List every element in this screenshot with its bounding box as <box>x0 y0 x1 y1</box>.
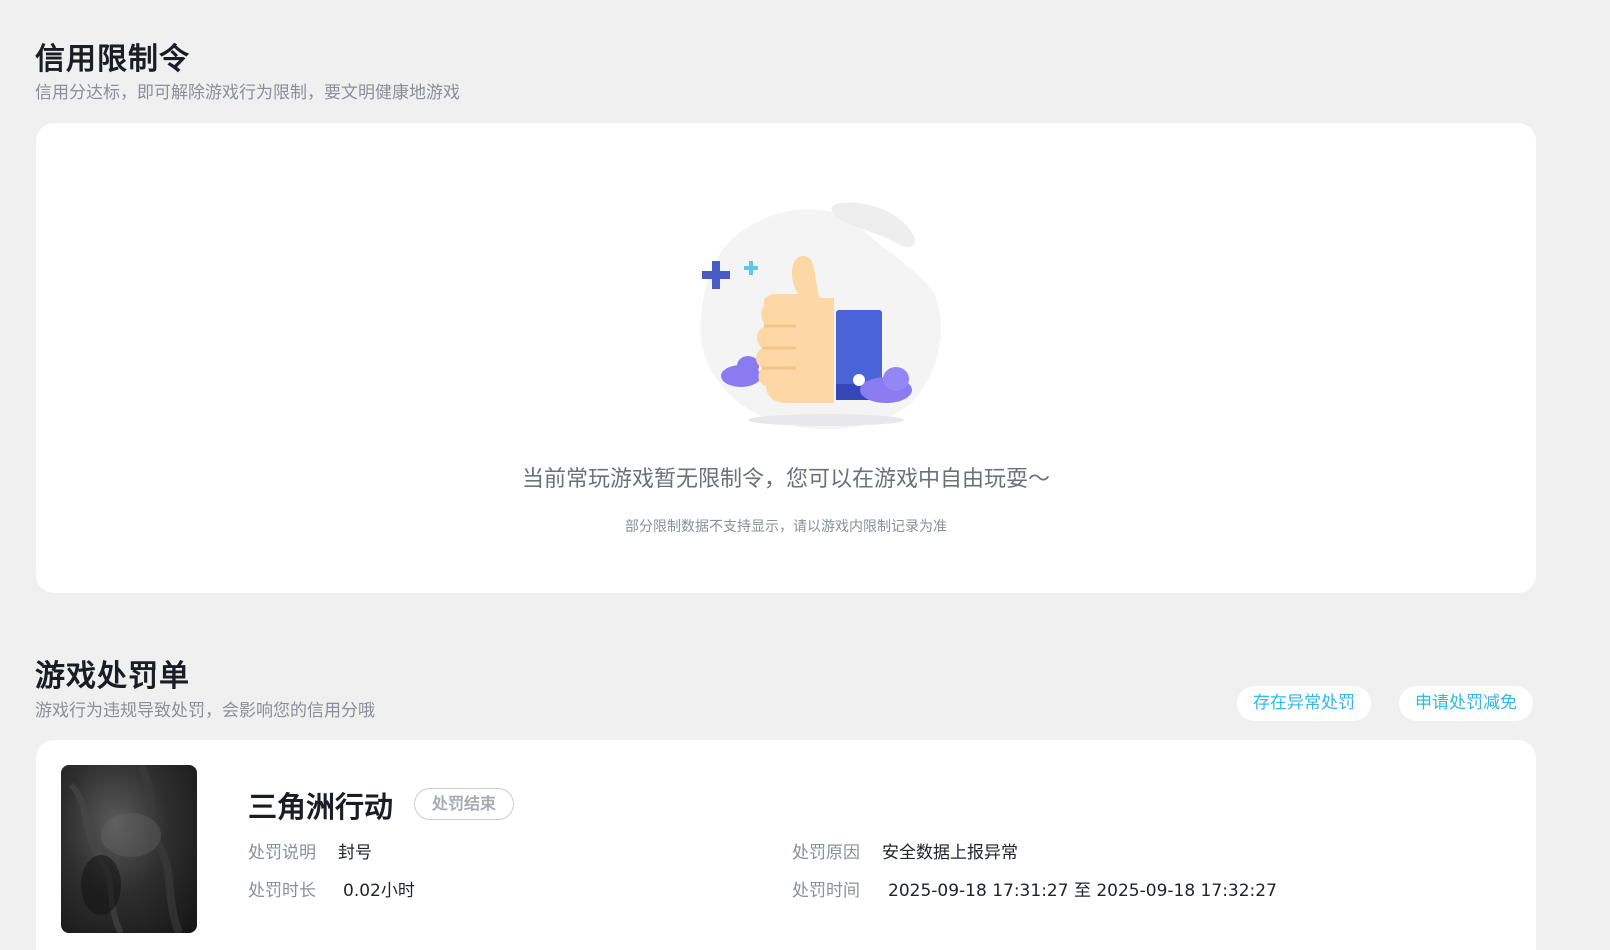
status-badge: 处罚结束 <box>414 788 515 820</box>
penalty-desc-value: 封号 <box>338 843 372 863</box>
restriction-empty-card: 当前常玩游戏暂无限制令，您可以在游戏中自由玩耍～ 部分限制数据不支持显示，请以游… <box>36 123 1536 593</box>
appeal-penalty-button[interactable]: 申请处罚减免 <box>1399 686 1533 721</box>
credit-section-title: 信用限制令 <box>35 42 190 77</box>
penalty-section-subtitle: 游戏行为违规导致处罚，会影响您的信用分哦 <box>35 701 375 721</box>
penalty-duration-value: 0.02小时 <box>343 881 415 901</box>
penalty-time-value: 2025-09-18 17:31:27 至 2025-09-18 17:32:2… <box>888 881 1277 901</box>
penalty-desc-label: 处罚说明 <box>248 843 316 863</box>
empty-state-message: 当前常玩游戏暂无限制令，您可以在游戏中自由玩耍～ <box>521 467 1050 492</box>
abnormal-penalty-button[interactable]: 存在异常处罚 <box>1237 686 1371 721</box>
penalty-reason-label: 处罚原因 <box>792 843 860 863</box>
penalty-duration-label: 处罚时长 <box>248 881 316 901</box>
penalty-reason-value: 安全数据上报异常 <box>882 843 1018 863</box>
penalty-section-title: 游戏处罚单 <box>35 659 190 694</box>
penalty-time-label: 处罚时间 <box>792 881 860 901</box>
credit-section-subtitle: 信用分达标，即可解除游戏行为限制，要文明健康地游戏 <box>35 83 460 103</box>
game-thumbnail <box>61 765 197 933</box>
penalty-card: 三角洲行动 处罚结束 处罚说明 封号 处罚时长 0.02小时 处罚原因 安全数据… <box>36 740 1536 950</box>
page: 信用限制令 信用分达标，即可解除游戏行为限制，要文明健康地游戏 当前常玩游戏暂无… <box>0 0 1610 950</box>
thumbs-up-icon <box>700 202 941 430</box>
empty-state-note: 部分限制数据不支持显示，请以游戏内限制记录为准 <box>625 519 947 535</box>
game-name: 三角洲行动 <box>248 790 394 824</box>
